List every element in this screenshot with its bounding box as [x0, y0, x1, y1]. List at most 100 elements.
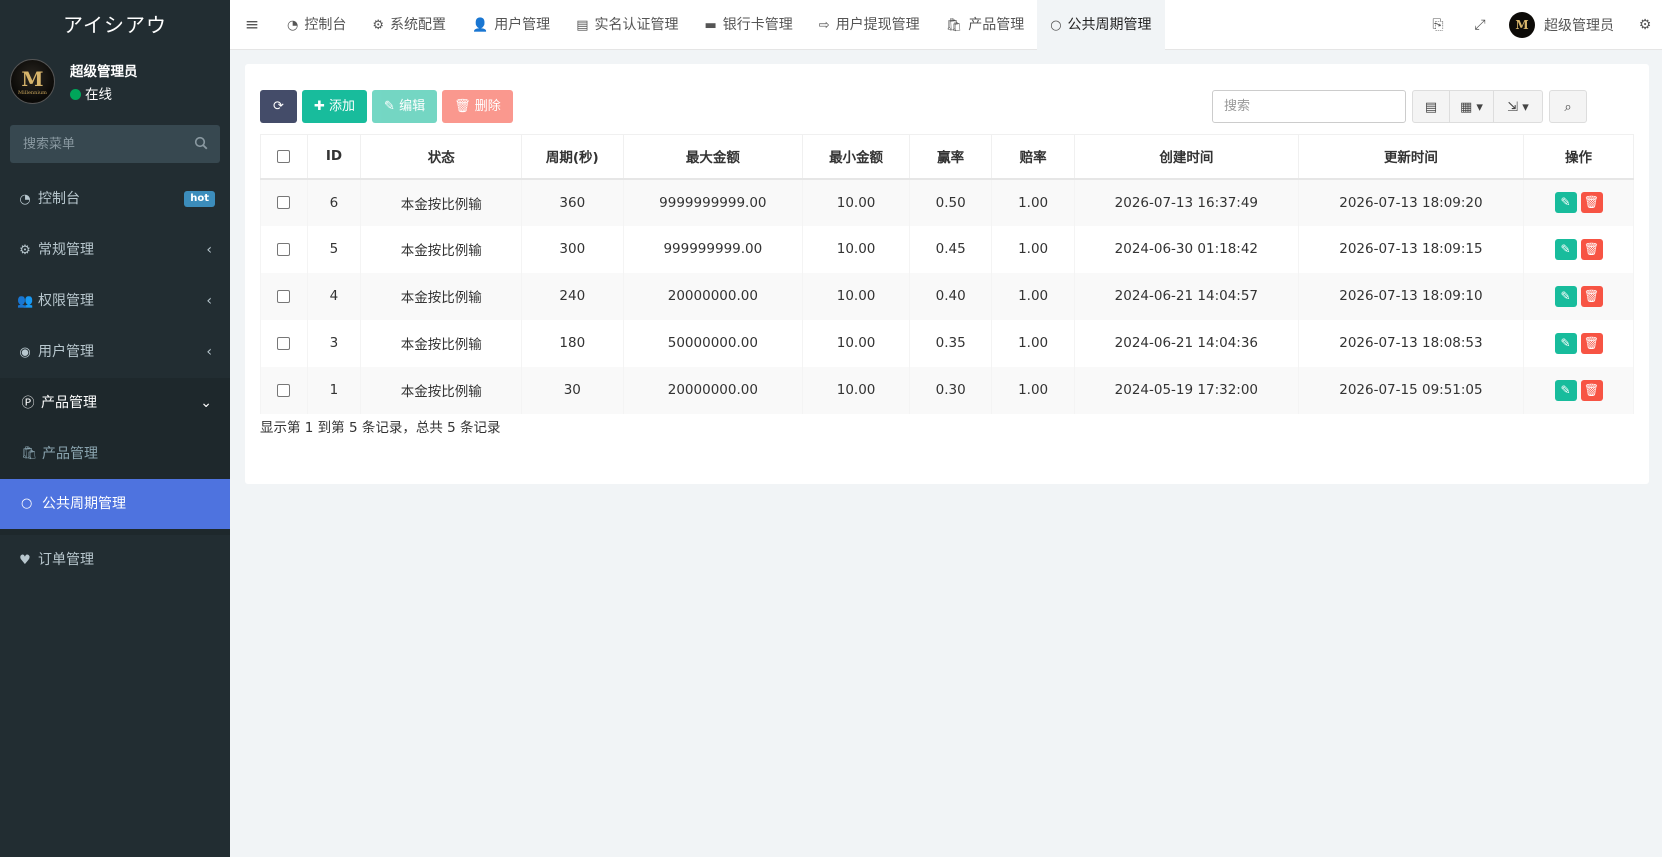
row-delete-button[interactable]: 🗑 [1580, 379, 1603, 401]
edit-button[interactable]: ✎ 编辑 [372, 90, 438, 123]
table-row[interactable]: 4 本金按比例输 240 20000000.00 10.00 0.40 1.00… [260, 272, 1634, 320]
navbar-user[interactable]: M 超级管理员 [1501, 12, 1628, 38]
credit-card-icon: ▬ [704, 18, 717, 33]
col-header[interactable]: 创建时间 [1073, 134, 1299, 180]
advanced-search-button[interactable]: ⌕ [1549, 90, 1587, 123]
sidebar-search-input[interactable] [10, 125, 185, 163]
row-select-cell [260, 225, 308, 273]
circle-icon: ○ [1050, 18, 1062, 33]
trash-icon: 🗑 [454, 99, 475, 114]
col-header[interactable]: 周期(秒) [521, 134, 624, 180]
settings-icon[interactable]: ⚙ [1628, 17, 1662, 33]
cell-win-rate: 0.40 [908, 272, 993, 320]
row-edit-button[interactable]: ✎ [1554, 192, 1577, 213]
col-header[interactable]: 状态 [360, 134, 523, 180]
col-header[interactable]: 最小金额 [802, 134, 910, 180]
tab-user-manage[interactable]: 👤 用户管理 [459, 0, 563, 50]
tab-realname[interactable]: ▤ 实名认证管理 [563, 0, 691, 50]
sidebar-search [10, 125, 220, 163]
tab-system-config[interactable]: ⚙ 系统配置 [359, 0, 459, 50]
row-checkbox[interactable] [277, 383, 291, 397]
period-table: ID 状态 周期(秒) 最大金额 最小金额 赢率 赔率 创建时间 更新时间 操作… [260, 134, 1634, 414]
row-checkbox[interactable] [277, 242, 291, 256]
cell-min-amount: 10.00 [802, 225, 910, 273]
row-delete-button[interactable]: 🗑 [1580, 285, 1603, 307]
row-select-cell [260, 178, 308, 226]
brand-logo[interactable]: アイシアウ [0, 0, 230, 50]
row-checkbox[interactable] [277, 336, 291, 350]
row-checkbox[interactable] [277, 289, 291, 303]
tab-withdraw[interactable]: ⇨ 用户提现管理 [806, 0, 933, 50]
row-edit-button[interactable]: ✎ [1554, 238, 1577, 260]
row-checkbox[interactable] [277, 196, 291, 209]
tab-label: 用户管理 [494, 17, 551, 33]
export-button[interactable]: ⇲ ▾ [1493, 90, 1543, 123]
table-row[interactable]: 6 本金按比例输 360 9999999999.00 10.00 0.50 1.… [260, 178, 1634, 226]
col-header[interactable]: 赔率 [991, 134, 1075, 180]
table-row[interactable]: 5 本金按比例输 300 999999999.00 10.00 0.45 1.0… [260, 225, 1634, 273]
col-header[interactable]: 赢率 [908, 134, 993, 180]
col-header[interactable]: ID [306, 134, 362, 180]
tab-label: 控制台 [304, 17, 347, 33]
row-delete-button[interactable]: 🗑 [1580, 332, 1603, 354]
sidebar-subitem-label: 产品管理 [42, 446, 98, 462]
user-status: 在线 [70, 83, 112, 103]
table-row[interactable]: 3 本金按比例输 180 50000000.00 10.00 0.35 1.00… [260, 319, 1634, 367]
cell-id: 5 [306, 225, 362, 273]
add-button[interactable]: ✚ 添加 [302, 90, 368, 123]
cell-created: 2024-05-19 17:32:00 [1073, 366, 1299, 414]
chevron-left-icon: ‹ [206, 344, 212, 360]
search-icon[interactable] [194, 136, 208, 150]
tab-bankcard[interactable]: ▬ 银行卡管理 [691, 0, 805, 50]
export-icon: ⇲ ▾ [1507, 100, 1529, 115]
dashboard-icon: ◔ [287, 18, 299, 33]
table-row[interactable]: 1 本金按比例输 30 20000000.00 10.00 0.30 1.00 … [260, 366, 1634, 414]
row-edit-button[interactable]: ✎ [1554, 332, 1577, 354]
sidebar-subitem-product-manage[interactable]: 🛍 产品管理 [0, 429, 230, 479]
sidebar-subitem-period-manage[interactable]: ○ 公共周期管理 [0, 479, 230, 529]
cell-updated: 2026-07-13 18:09:10 [1297, 272, 1525, 320]
fullscreen-icon[interactable]: ⤢ [1459, 17, 1501, 33]
row-delete-button[interactable]: 🗑 [1580, 192, 1603, 213]
sidebar-subitem-label: 公共周期管理 [42, 496, 126, 512]
cell-period: 300 [521, 225, 624, 273]
sidebar-item-orders[interactable]: ♥ 订单管理 [0, 535, 230, 586]
table-header-row: ID 状态 周期(秒) 最大金额 最小金额 赢率 赔率 创建时间 更新时间 操作 [260, 134, 1634, 180]
cell-created: 2026-07-13 16:37:49 [1073, 178, 1299, 226]
sidebar-item-general[interactable]: ⚙ 常规管理 ‹ [0, 225, 230, 276]
cell-updated: 2026-07-13 18:09:20 [1297, 178, 1525, 226]
translate-icon[interactable]: ⎘ [1417, 17, 1459, 33]
row-edit-button[interactable]: ✎ [1554, 379, 1577, 401]
col-header: 操作 [1523, 134, 1634, 180]
cell-period: 240 [521, 272, 624, 320]
sidebar-item-dashboard[interactable]: ◔ 控制台 hot [0, 174, 230, 225]
table-search-input[interactable] [1213, 91, 1405, 122]
cell-odds: 1.00 [991, 272, 1075, 320]
circle-icon: ○ [21, 496, 33, 511]
col-header[interactable]: 更新时间 [1297, 134, 1525, 180]
refresh-button[interactable]: ⟳ [260, 90, 297, 123]
content-panel: ⟳ ✚ 添加 ✎ 编辑 🗑 删除 ▤ ▦ ▾ ⇲ ▾ ⌕ ID 状态 周期(秒)… [245, 64, 1649, 484]
add-button-label: 添加 [329, 99, 356, 114]
toggle-view-button[interactable]: ▤ [1412, 90, 1450, 123]
pagination-info: 显示第 1 到第 5 条记录，总共 5 条记录 [260, 420, 501, 436]
sidebar-item-permission[interactable]: 👥 权限管理 ‹ [0, 276, 230, 327]
columns-button[interactable]: ▦ ▾ [1449, 90, 1494, 123]
menu-toggle-icon[interactable]: ≡ [230, 0, 274, 50]
sidebar-item-users[interactable]: ◉ 用户管理 ‹ [0, 327, 230, 378]
tab-products[interactable]: 🛍 产品管理 [933, 0, 1038, 50]
col-header[interactable]: 最大金额 [622, 134, 804, 180]
sidebar-item-products[interactable]: Ⓟ 产品管理 ⌄ [0, 378, 230, 429]
sidebar-item-label: 常规管理 [38, 242, 94, 258]
tab-dashboard[interactable]: ◔ 控制台 [274, 0, 359, 50]
cell-period: 360 [521, 178, 624, 226]
row-edit-button[interactable]: ✎ [1554, 285, 1577, 307]
cell-win-rate: 0.50 [908, 178, 993, 226]
sidebar: アイシアウ M Millennium 超级管理员 在线 ◔ 控制台 hot ⚙ … [0, 0, 230, 857]
tab-period-manage[interactable]: ○ 公共周期管理 [1037, 0, 1165, 50]
delete-button[interactable]: 🗑 删除 [442, 90, 513, 123]
row-delete-button[interactable]: 🗑 [1580, 238, 1603, 260]
select-all-checkbox[interactable] [277, 149, 291, 163]
sidebar-menu: ◔ 控制台 hot ⚙ 常规管理 ‹ 👥 权限管理 ‹ ◉ 用户管理 ‹ Ⓟ 产… [0, 174, 230, 586]
cell-status: 本金按比例输 [360, 272, 523, 320]
